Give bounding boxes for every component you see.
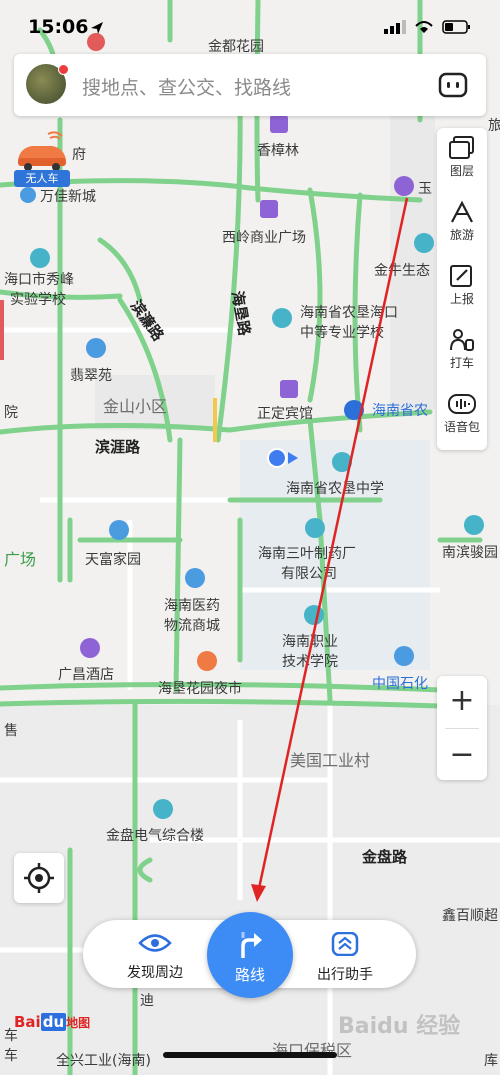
taxi-icon [450,329,474,351]
map-label: 天富家园 [85,551,141,568]
map-label: 迪 [140,993,154,1009]
map-label: 库 [484,1053,498,1069]
map-label: 实验学校 [10,291,66,308]
map-label: 鑫百顺超 [442,907,498,924]
discover-nearby-label: 发现周边 [127,965,183,981]
locate-icon [24,863,54,893]
map-label: 中国石化 [372,676,428,692]
car-icon [18,131,66,171]
tool-voice-pack[interactable]: 语音包 [437,384,487,448]
search-input[interactable]: 搜地点、查公交、找路线 [82,73,291,100]
baidu-map-logo: Bai du 地图 [14,1013,91,1031]
map-label: 海口市秀峰 [4,271,74,288]
road-label: 滨涯路 [95,438,141,456]
wifi-icon [415,21,433,33]
map-label: 南滨骏园 [442,545,498,561]
map-label: 全兴工业(海南) [56,1052,151,1069]
right-toolbar: 图层 旅游 上报 打车 语音包 [437,128,487,450]
map-label: 海垦花园夜市 [158,680,242,697]
map-label: 海南省农垦中学 [286,481,384,497]
map-label: 西岭商业广场 [222,230,306,246]
locate-button[interactable] [14,853,64,903]
eye-icon [138,934,172,952]
scan-icon[interactable] [438,72,468,98]
map-label: 金盘电气综合楼 [106,827,204,844]
zoom-divider [445,728,479,729]
home-indicator[interactable] [163,1052,337,1058]
layers-icon [449,136,474,159]
search-bar[interactable]: 搜地点、查公交、找路线 [14,54,486,116]
travel-assistant-label: 出行助手 [317,967,373,983]
report-icon [450,265,472,287]
zoom-in-button[interactable]: + [437,676,487,726]
zoom-out-button[interactable]: − [437,730,487,780]
tool-taxi[interactable]: 打车 [437,320,487,384]
map-label: 院 [4,405,18,421]
map-label: 翡翠苑 [70,368,112,384]
tool-label: 语音包 [443,420,480,434]
tool-label: 打车 [449,356,474,370]
map-label: 万佳新城 [40,189,96,205]
map-label: 金牛生态 [374,263,430,279]
travel-assistant-button[interactable]: 出行助手 [305,931,385,984]
map-label: 中等专业学校 [300,324,384,341]
signal-icon [384,20,406,34]
watermark: Baidu 经验 [338,1014,461,1039]
discover-nearby-button[interactable]: 发现周边 [115,932,195,982]
battery-icon [442,20,470,34]
notification-dot [58,64,69,75]
map-label: 车 [4,1047,18,1064]
map-label: 海南省农 [372,403,428,419]
map-label: 海南三叶制药厂 [258,546,356,562]
map-label: 玉 [418,181,432,197]
map-road-segment [213,398,217,442]
zoom-controls: + − [437,676,487,780]
route-button[interactable]: 路线 [207,912,293,998]
tool-report[interactable]: 上报 [437,256,487,320]
route-label: 路线 [234,966,265,984]
travel-icon [451,200,473,223]
unmanned-badge: 无人车 [14,170,70,187]
assistant-icon [331,931,359,957]
tool-travel[interactable]: 旅游 [437,192,487,256]
status-bar: 15:06 [0,0,500,48]
tool-label: 图层 [449,164,474,178]
location-arrow-icon [91,22,103,34]
unmanned-car-entry[interactable]: 无人车 [12,130,72,188]
map-label: 正定宾馆 [257,406,313,422]
map-road-segment [0,300,4,360]
tool-label: 旅游 [449,228,474,242]
map-label: 广昌酒店 [58,667,114,683]
map-label: 广场 [4,550,36,569]
map-label: 物流商城 [164,618,220,634]
map-block [390,110,435,410]
map-label: 府 [72,147,86,163]
map-label: 售 [4,723,18,739]
route-turn-icon [241,932,262,958]
voice-pack-icon [448,394,476,414]
map-label: 旅 [488,118,500,134]
tool-layers[interactable]: 图层 [437,128,487,192]
area-label: 金山小区 [103,397,167,416]
road-label: 金盘路 [361,848,408,866]
current-location-marker [267,448,287,468]
map-label: 香樟林 [257,142,299,159]
status-time: 15:06 [28,16,89,38]
map-label: 海南医药 [164,598,220,614]
tool-label: 上报 [449,292,474,306]
area-label: 美国工业村 [290,751,370,770]
